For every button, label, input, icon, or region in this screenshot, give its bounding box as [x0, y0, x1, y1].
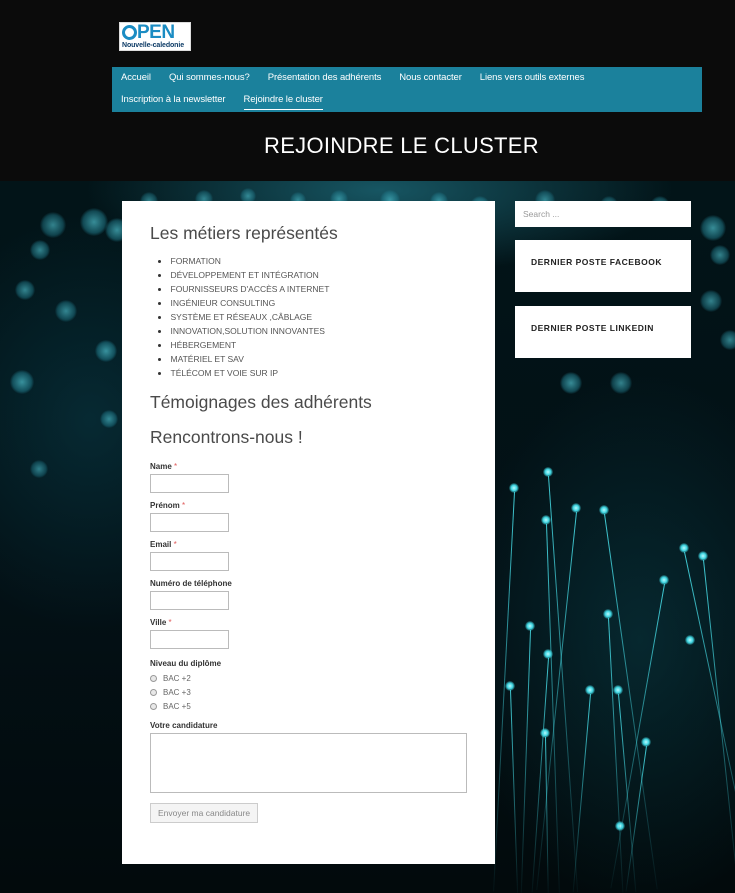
- radio-label: BAC +2: [163, 673, 191, 683]
- logo-top-text: PEN: [137, 22, 175, 43]
- background-glow-dot: [560, 372, 582, 394]
- search-input[interactable]: Search ...: [515, 201, 691, 227]
- background-fiber-strand: [572, 693, 591, 893]
- name-label-text: Name: [150, 462, 172, 471]
- required-mark: *: [168, 618, 172, 627]
- list-item: INNOVATION,SOLUTION INNOVANTES: [158, 324, 467, 338]
- radio-button[interactable]: [150, 688, 157, 696]
- name-label: Name *: [150, 462, 467, 471]
- metiers-list: FORMATION DÉVELOPPEMENT ET INTÉGRATION F…: [150, 254, 467, 380]
- background-glow-dot: [610, 372, 632, 394]
- nav-item-newsletter[interactable]: Inscription à la newsletter: [121, 94, 226, 105]
- radio-button[interactable]: [150, 702, 157, 710]
- name-field[interactable]: [150, 474, 229, 493]
- background-glow-dot: [700, 215, 726, 241]
- radio-option-bac3[interactable]: BAC +3: [150, 685, 467, 699]
- email-field[interactable]: [150, 552, 229, 571]
- page-title: REJOINDRE LE CLUSTER: [264, 133, 539, 158]
- main-navigation: Accueil Qui sommes-nous? Présentation de…: [112, 67, 702, 112]
- ville-label: Ville *: [150, 618, 467, 627]
- background-glow-dot: [10, 370, 34, 394]
- background-glow-dot: [100, 410, 118, 428]
- background-fiber-strand: [545, 736, 549, 893]
- nav-item-liens-outils[interactable]: Liens vers outils externes: [480, 72, 585, 83]
- radio-label: BAC +3: [163, 687, 191, 697]
- nav-row-1: Accueil Qui sommes-nous? Présentation de…: [121, 72, 702, 94]
- list-item: INGÉNIEUR CONSULTING: [158, 296, 467, 310]
- heading-metiers: Les métiers représentés: [150, 223, 338, 243]
- heading-rencontre: Rencontrons-nous !: [150, 427, 303, 447]
- candidature-form: Name * Prénom * Email * Numéro de téléph…: [150, 462, 467, 823]
- phone-field[interactable]: [150, 591, 229, 610]
- logo-o-icon: [122, 25, 137, 40]
- email-label-text: Email: [150, 540, 172, 549]
- radio-label: BAC +5: [163, 701, 191, 711]
- list-item: TÉLÉCOM ET VOIE SUR IP: [158, 366, 467, 380]
- phone-label: Numéro de téléphone: [150, 579, 232, 588]
- prenom-field[interactable]: [150, 513, 229, 532]
- background-glow-dot: [15, 280, 35, 300]
- background-fiber-strand: [703, 559, 735, 889]
- background-glow-dot: [55, 300, 77, 322]
- background-fiber-strand: [546, 523, 560, 893]
- radio-button[interactable]: [150, 674, 157, 682]
- ville-field[interactable]: [150, 630, 229, 649]
- list-item: MATÉRIEL ET SAV: [158, 352, 467, 366]
- sidebar: Search ... DERNIER POSTE FACEBOOK DERNIE…: [515, 201, 691, 372]
- background-glow-dot: [700, 290, 722, 312]
- nav-row-2: Inscription à la newsletter Rejoindre le…: [121, 94, 702, 116]
- background-glow-dot: [40, 212, 66, 238]
- ville-label-text: Ville: [150, 618, 167, 627]
- background-glow-dot: [95, 340, 117, 362]
- background-fiber-strand: [510, 689, 519, 893]
- background-glow-dot: [30, 240, 50, 260]
- list-item: SYSTÈME ET RÉSEAUX ,CÂBLAGE: [158, 310, 467, 324]
- background-glow-dot: [720, 330, 735, 350]
- nav-item-presentation-adherents[interactable]: Présentation des adhérents: [268, 72, 382, 83]
- background-fiber-strand: [684, 551, 735, 885]
- main-content: Les métiers représentés FORMATION DÉVELO…: [122, 201, 495, 864]
- required-mark: *: [182, 501, 186, 510]
- background-glow-dot: [710, 245, 730, 265]
- radio-option-bac2[interactable]: BAC +2: [150, 671, 467, 685]
- background-glow-dot: [80, 208, 108, 236]
- nav-item-nous-contacter[interactable]: Nous contacter: [399, 72, 462, 83]
- logo-subtitle: Nouvelle-caledonie: [122, 42, 184, 49]
- list-item: FOURNISSEURS D'ACCÈS A INTERNET: [158, 282, 467, 296]
- email-label: Email *: [150, 540, 467, 549]
- nav-item-rejoindre[interactable]: Rejoindre le cluster: [243, 94, 323, 110]
- background-spark-dot: [685, 635, 695, 645]
- required-mark: *: [173, 540, 177, 549]
- widget-linkedin: DERNIER POSTE LINKEDIN: [515, 306, 691, 358]
- radio-option-bac5[interactable]: BAC +5: [150, 699, 467, 713]
- required-mark: *: [174, 462, 178, 471]
- nav-item-accueil[interactable]: Accueil: [121, 72, 151, 83]
- background-fiber-strand: [610, 583, 665, 889]
- diplome-label: Niveau du diplôme: [150, 659, 222, 668]
- candidature-label: Votre candidature: [150, 721, 218, 730]
- background-fiber-strand: [493, 491, 515, 892]
- logo-wordmark: PEN: [122, 23, 175, 42]
- list-item: DÉVELOPPEMENT ET INTÉGRATION: [158, 268, 467, 282]
- nav-item-qui-sommes-nous[interactable]: Qui sommes-nous?: [169, 72, 250, 83]
- prenom-label: Prénom *: [150, 501, 467, 510]
- heading-temoignages: Témoignages des adhérents: [150, 392, 372, 412]
- background-fiber-strand: [520, 629, 531, 893]
- candidature-textarea[interactable]: [150, 733, 467, 793]
- prenom-label-text: Prénom: [150, 501, 180, 510]
- submit-button[interactable]: Envoyer ma candidature: [150, 803, 259, 823]
- widget-facebook: DERNIER POSTE FACEBOOK: [515, 240, 691, 292]
- list-item: FORMATION: [158, 254, 467, 268]
- background-glow-dot: [30, 460, 48, 478]
- site-logo[interactable]: PEN Nouvelle-caledonie: [119, 22, 191, 51]
- list-item: HÉBERGEMENT: [158, 338, 467, 352]
